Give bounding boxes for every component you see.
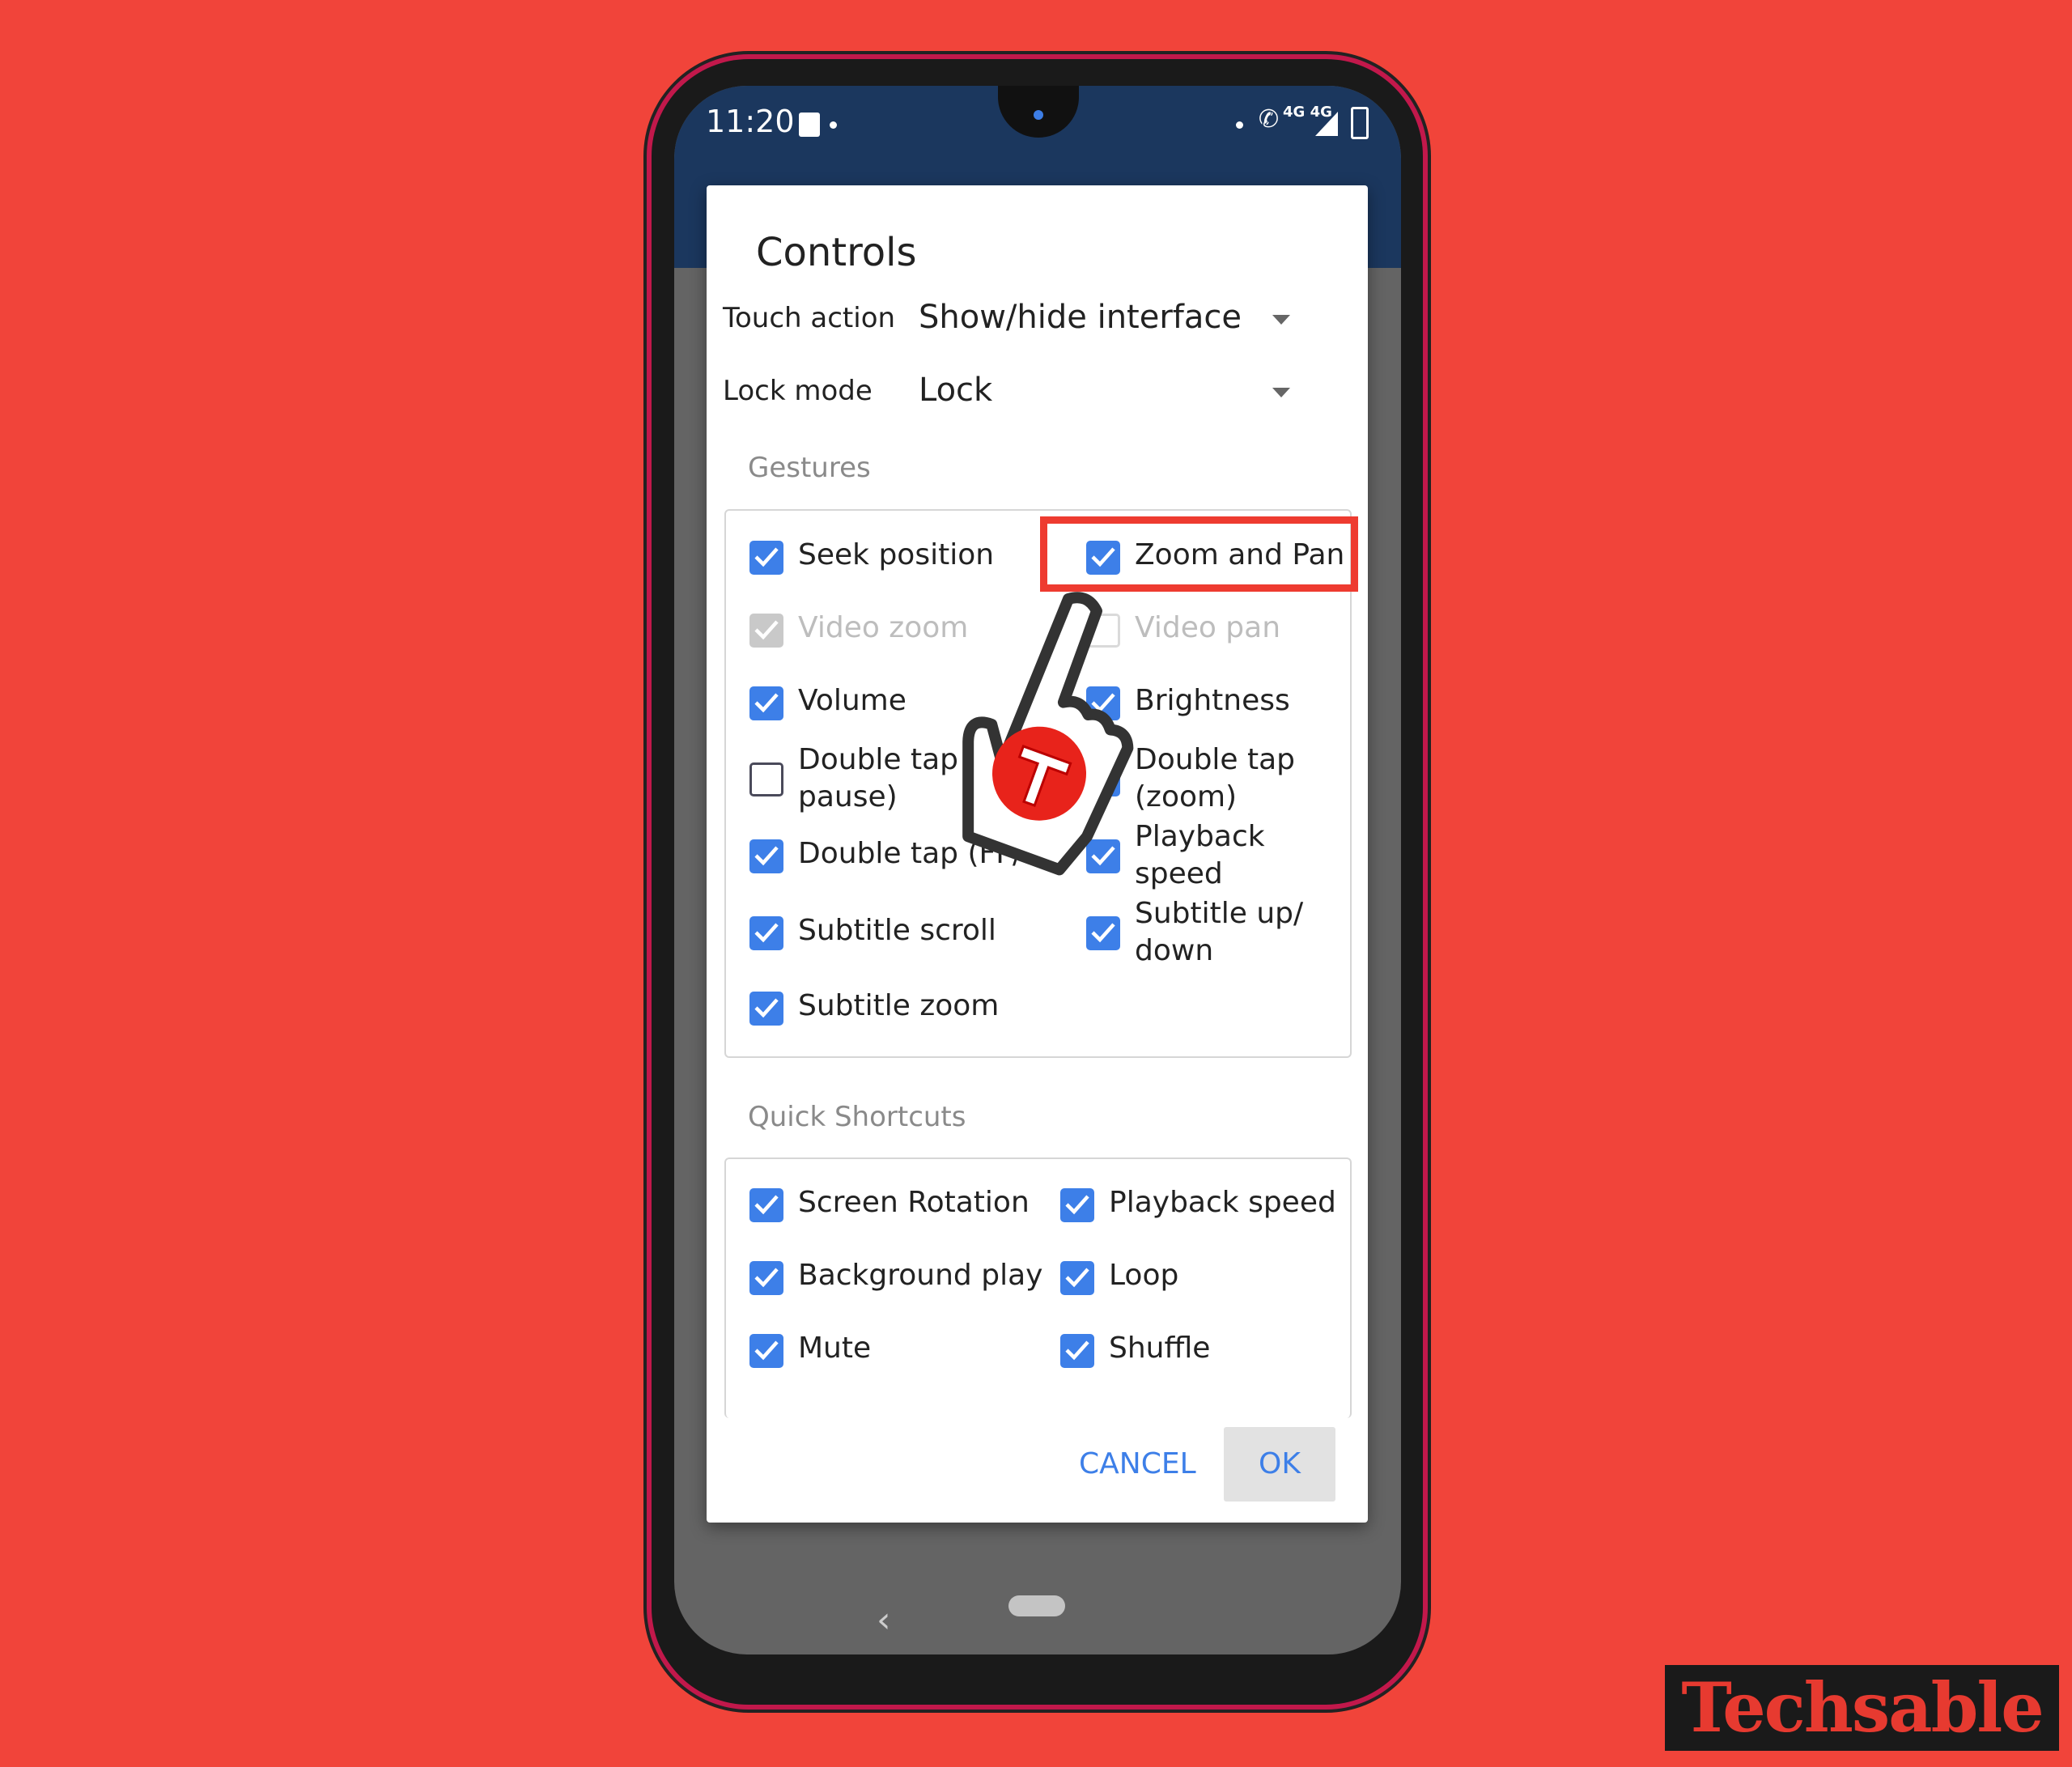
label-line: down	[1135, 934, 1214, 967]
nav-back-button[interactable]: ‹	[877, 1599, 891, 1641]
checkbox-label: Mute	[798, 1332, 872, 1365]
nav-home-button[interactable]	[1008, 1595, 1065, 1616]
checkbox-label: Volume	[798, 684, 906, 717]
checkbox-checked-icon[interactable]	[749, 1261, 783, 1295]
lock-mode-label: Lock mode	[723, 375, 873, 407]
checkbox-item[interactable]: Subtitle scroll	[749, 909, 1057, 958]
signal-icon	[1315, 112, 1338, 136]
label-line: (zoom)	[1135, 780, 1238, 813]
checkbox-label: Screen Rotation	[798, 1186, 1030, 1219]
notification-icon	[799, 113, 820, 137]
checkbox-label: Video pan	[1135, 611, 1281, 644]
checkbox-item[interactable]: Shuffle	[1060, 1327, 1368, 1375]
checkbox-item[interactable]: Mute	[749, 1327, 1057, 1375]
checkbox-label: Playback speed	[1135, 818, 1265, 893]
lock-mode-value: Lock	[919, 372, 993, 409]
checkbox-item[interactable]: Loop	[1060, 1254, 1368, 1302]
checkbox-unchecked-icon[interactable]	[749, 762, 783, 796]
checkbox-item[interactable]: Subtitle up/down	[1086, 897, 1394, 967]
checkbox-label: Background play	[798, 1259, 1043, 1292]
checkbox-item[interactable]: Seek position	[749, 533, 1057, 582]
checkbox-checked-icon[interactable]	[749, 541, 783, 575]
checkbox-checked-icon[interactable]	[1060, 1334, 1094, 1368]
battery-charging-icon	[1351, 107, 1369, 139]
checkbox-checked-icon[interactable]	[749, 1334, 783, 1368]
checkbox-label: Double tap (zoom)	[1135, 741, 1295, 816]
label-line: Double tap	[1135, 743, 1296, 776]
techsable-logo: Techsable	[1665, 1665, 2059, 1751]
checkbox-label: Playback speed	[1109, 1186, 1336, 1219]
checkbox-label: Subtitle up/down	[1135, 895, 1303, 970]
dialog-title: Controls	[756, 230, 917, 275]
label-line: pause)	[798, 780, 898, 813]
dropdown-arrow-icon	[1272, 388, 1290, 397]
label-line: Playback	[1135, 820, 1265, 853]
checkbox-checked-icon[interactable]	[749, 614, 783, 648]
checkbox-checked-icon[interactable]	[1060, 1188, 1094, 1222]
quick-shortcuts-header: Quick Shortcuts	[748, 1101, 966, 1133]
pointing-hand-icon	[962, 592, 1134, 876]
checkbox-checked-icon[interactable]	[749, 992, 783, 1026]
label-line: Subtitle up/	[1135, 897, 1304, 930]
call-icon: ✆	[1259, 105, 1280, 134]
checkbox-item[interactable]: Playback speed	[1060, 1181, 1368, 1230]
lock-mode-dropdown[interactable]: Lock	[919, 363, 1356, 420]
checkbox-checked-icon[interactable]	[749, 686, 783, 720]
checkbox-checked-icon[interactable]	[749, 916, 783, 950]
checkbox-label: Loop	[1109, 1259, 1179, 1292]
checkbox-label: Subtitle scroll	[798, 914, 996, 947]
cancel-button[interactable]: CANCEL	[1079, 1447, 1196, 1480]
ok-button[interactable]: OK	[1224, 1427, 1335, 1502]
checkbox-item[interactable]: Subtitle zoom	[749, 984, 1057, 1033]
checkbox-checked-icon[interactable]	[1086, 916, 1120, 950]
checkbox-item[interactable]: Background play	[749, 1254, 1057, 1302]
touch-action-label: Touch action	[723, 302, 896, 334]
checkbox-label: Subtitle zoom	[798, 989, 1000, 1022]
checkbox-checked-icon[interactable]	[749, 839, 783, 873]
highlight-box	[1040, 516, 1358, 592]
checkbox-checked-icon[interactable]	[749, 1188, 783, 1222]
checkbox-label: Brightness	[1135, 684, 1290, 717]
touch-action-dropdown[interactable]: Show/hide interface	[919, 291, 1356, 347]
checkbox-label: Seek position	[798, 538, 995, 571]
checkbox-checked-icon[interactable]	[1060, 1261, 1094, 1295]
dot-icon	[1236, 121, 1243, 129]
checkbox-label: Shuffle	[1109, 1332, 1211, 1365]
gestures-header: Gestures	[748, 452, 871, 484]
checkbox-item[interactable]: Screen Rotation	[749, 1181, 1057, 1230]
dot-icon	[830, 121, 837, 129]
dropdown-arrow-icon	[1272, 315, 1290, 325]
touch-action-value: Show/hide interface	[919, 299, 1242, 336]
status-time: 11:20	[706, 104, 795, 139]
